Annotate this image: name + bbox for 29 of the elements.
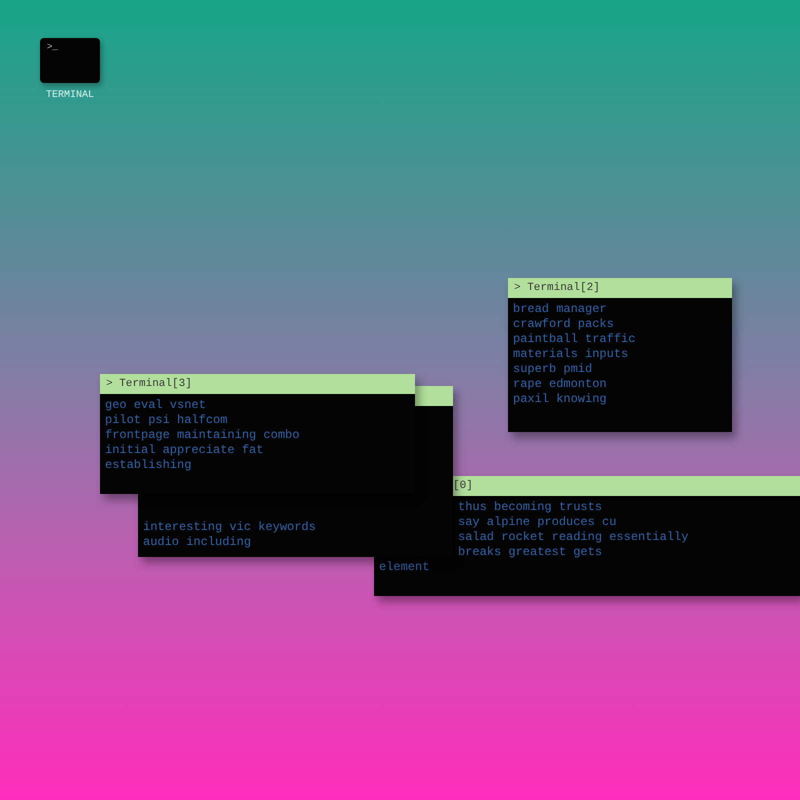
icon-label: TERMINAL [46, 90, 94, 101]
terminal-line: audio including [143, 535, 252, 550]
terminal-line: establishing [105, 458, 192, 473]
terminal-line: pilot psi halfcom [105, 413, 228, 428]
terminal-line: materials inputs [513, 347, 628, 362]
terminal-icon[interactable]: >_ [40, 38, 100, 83]
terminal-line: thus becoming trusts [457, 500, 602, 515]
terminal-line: initial appreciate fat [105, 443, 264, 458]
terminal-line: say alpine produces cu [457, 515, 616, 530]
window-title: > Terminal[2] [514, 282, 600, 294]
terminal-line: superb pmid [513, 362, 592, 377]
window-title: > Terminal[3] [106, 378, 192, 390]
prompt-glyph: >_ [47, 42, 58, 52]
terminal-line: crawford packs [513, 317, 614, 332]
terminal-line: breaks greatest gets [457, 545, 602, 560]
terminal-line: frontpage maintaining combo [105, 428, 300, 443]
window-title-bar[interactable] [415, 386, 453, 406]
window-title-bar[interactable]: [0] [453, 476, 800, 496]
terminal-line: bread manager [513, 302, 607, 317]
terminal-line: salad rocket reading essentially [457, 530, 688, 545]
terminal-line: paintball traffic [513, 332, 636, 347]
terminal-line: interesting vic keywords [143, 520, 316, 535]
terminal-line: geo eval vsnet [105, 398, 206, 413]
window-title-bar[interactable]: > Terminal[3] [100, 374, 415, 394]
terminal-line: paxil knowing [513, 392, 607, 407]
window-title: [0] [453, 480, 473, 492]
terminal-line: rape edmonton [513, 377, 607, 392]
terminal-line: element [379, 560, 430, 575]
window-title-bar[interactable]: > Terminal[2] [508, 278, 732, 298]
